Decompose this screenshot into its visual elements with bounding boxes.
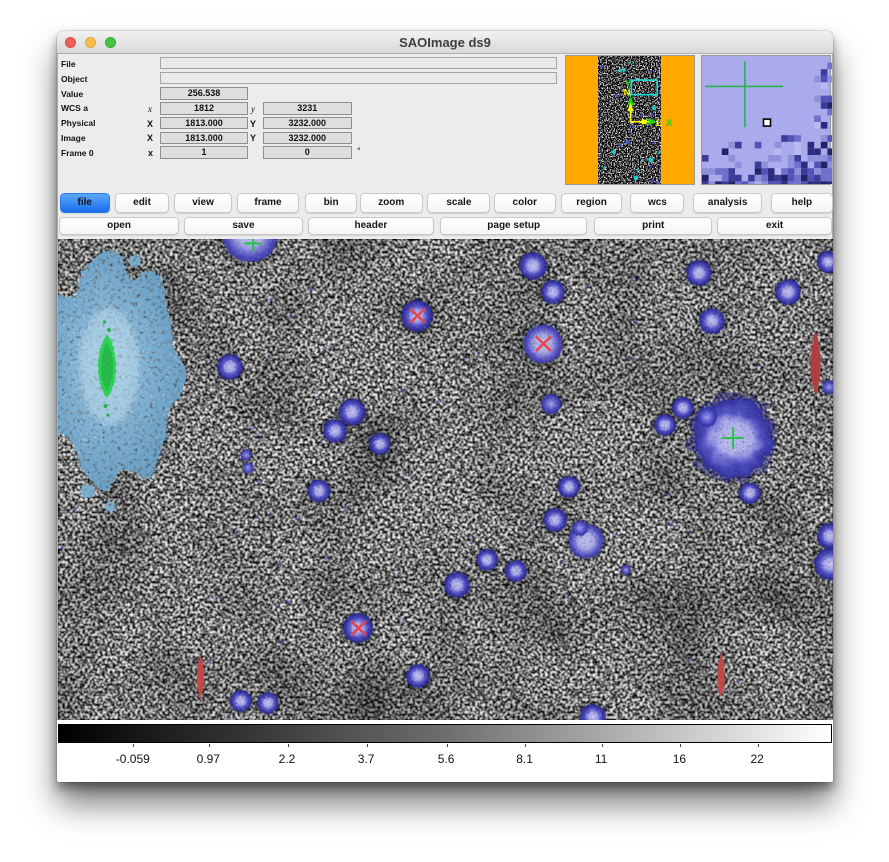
svg-text:X: X [665,118,672,129]
svg-text:E: E [655,118,661,129]
svg-text:Y: Y [624,79,631,90]
